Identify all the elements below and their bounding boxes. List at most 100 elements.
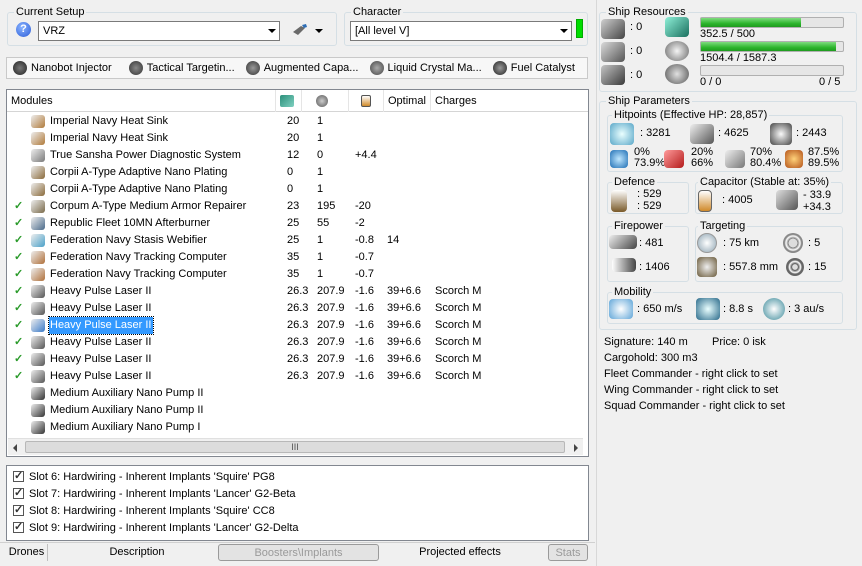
active-check-icon[interactable]: ✓	[14, 334, 23, 351]
module-row[interactable]: ✓ Federation Navy Stasis Webifier 25 1 -0.8 1…	[7, 232, 588, 249]
scroll-right-icon[interactable]	[574, 444, 578, 452]
module-icon	[31, 336, 45, 349]
repair-icon	[611, 190, 627, 212]
module-row[interactable]: ✓ Heavy Pulse Laser II 26.3 207.9 -1.6 39+6.6…	[7, 334, 588, 351]
module-row[interactable]: ✓ Heavy Pulse Laser II 26.3 207.9 -1.6 39+6.6…	[7, 316, 588, 335]
module-row[interactable]: Medium Auxiliary Nano Pump I	[7, 419, 588, 436]
module-icon	[31, 370, 45, 383]
active-check-icon[interactable]: ✓	[14, 215, 23, 232]
setup-select[interactable]: VRZ	[38, 21, 280, 41]
module-pg: 207.9	[317, 353, 345, 365]
module-optimal: 39+6.6	[387, 336, 421, 348]
module-icon	[31, 183, 45, 196]
tab-projected-effects[interactable]: Projected effects	[380, 544, 540, 561]
module-icon	[31, 421, 45, 434]
module-pg: 1	[317, 183, 324, 195]
capacitor-delta-1: - 33.9	[803, 189, 832, 201]
booster-item-capacitor[interactable]: Augmented Capa...	[245, 58, 358, 78]
module-row[interactable]: ✓ Federation Navy Tracking Computer 35 1 -0.…	[7, 266, 588, 283]
booster-item-nanobot[interactable]: Nanobot Injector	[13, 58, 112, 78]
turret-hardpoint-icon	[601, 19, 625, 39]
active-check-icon[interactable]: ✓	[14, 249, 23, 266]
module-row[interactable]: ✓ Corpum A-Type Medium Armor Repairer 23 19…	[7, 198, 588, 215]
module-row[interactable]: ✓ Heavy Pulse Laser II 26.3 207.9 -1.6 39+6.6…	[7, 283, 588, 300]
tab-stats[interactable]: Stats	[548, 544, 588, 561]
module-row[interactable]: Medium Auxiliary Nano Pump II	[7, 402, 588, 419]
booster-item-targeting[interactable]: Tactical Targetin...	[128, 58, 235, 78]
tab-boosters-implants[interactable]: Boosters\Implants	[218, 544, 379, 561]
module-row[interactable]: Corpii A-Type Adaptive Nano Plating 0 1	[7, 164, 588, 181]
tab-drones[interactable]: Drones	[6, 544, 48, 561]
module-row[interactable]: ✓ Federation Navy Tracking Computer 35 1 -0.…	[7, 249, 588, 266]
active-check-icon[interactable]: ✓	[14, 198, 23, 215]
active-check-icon[interactable]: ✓	[14, 368, 23, 385]
col-header-cap[interactable]	[349, 90, 384, 112]
tab-description[interactable]: Description	[56, 544, 218, 561]
chevron-down-icon	[560, 29, 568, 33]
module-cap: -1.6	[355, 285, 374, 297]
col-header-cpu[interactable]	[276, 90, 302, 112]
module-pg: 1	[317, 234, 324, 246]
checkbox[interactable]	[13, 502, 24, 519]
fleet-commander-text[interactable]: Fleet Commander - right click to set	[604, 368, 778, 380]
implant-row[interactable]: Slot 9: Hardwiring - Inherent Implants '…	[13, 519, 299, 537]
turret-count: : 0	[630, 21, 643, 33]
active-check-icon[interactable]: ✓	[14, 232, 23, 249]
wing-commander-text[interactable]: Wing Commander - right click to set	[604, 384, 778, 396]
module-name: Heavy Pulse Laser II	[50, 353, 152, 365]
col-header-charges[interactable]: Charges	[431, 90, 587, 112]
module-row[interactable]: True Sansha Power Diagnostic System 12 0 +4…	[7, 147, 588, 164]
module-icon	[31, 319, 45, 332]
module-row[interactable]: Imperial Navy Heat Sink 20 1	[7, 113, 588, 130]
checkbox[interactable]	[13, 468, 24, 485]
checkbox[interactable]	[13, 485, 24, 502]
active-check-icon[interactable]: ✓	[14, 351, 23, 368]
module-row[interactable]: Imperial Navy Heat Sink 20 1	[7, 130, 588, 147]
squad-commander-text[interactable]: Squad Commander - right click to set	[604, 400, 785, 412]
capacitor-title: Capacitor (Stable at: 35%)	[698, 176, 832, 188]
tab-bar	[0, 542, 595, 543]
fit-tools-dropdown-icon[interactable]	[315, 29, 323, 33]
active-check-icon[interactable]: ✓	[14, 300, 23, 317]
module-pg: 207.9	[317, 336, 345, 348]
modules-panel: Modules Optimal Charges Imperial Navy He…	[6, 89, 589, 457]
module-cpu: 25	[287, 217, 300, 229]
module-icon	[31, 404, 45, 417]
warp-speed: : 3 au/s	[788, 303, 825, 315]
col-header-optimal[interactable]: Optimal	[384, 90, 431, 112]
module-row[interactable]: ✓ Republic Fleet 10MN Afterburner 25 55 -2	[7, 215, 588, 232]
module-row[interactable]: ✓ Heavy Pulse Laser II 26.3 207.9 -1.6 39+6.6…	[7, 368, 588, 385]
checkbox[interactable]	[13, 519, 24, 536]
volley-icon	[612, 258, 636, 272]
implant-row[interactable]: Slot 7: Hardwiring - Inherent Implants '…	[13, 485, 296, 503]
active-check-icon[interactable]: ✓	[14, 317, 23, 334]
implant-row[interactable]: Slot 8: Hardwiring - Inherent Implants '…	[13, 502, 275, 520]
character-label: Character	[351, 6, 404, 18]
help-icon[interactable]: ?	[16, 22, 31, 37]
booster-item-fuel[interactable]: Fuel Catalyst	[492, 58, 575, 78]
booster-item-crystal[interactable]: Liquid Crystal Ma...	[369, 58, 482, 78]
active-check-icon[interactable]: ✓	[14, 266, 23, 283]
module-pg: 0	[317, 149, 324, 161]
active-check-icon[interactable]: ✓	[14, 283, 23, 300]
hitpoints-title: Hitpoints (Effective HP: 28,857)	[612, 109, 770, 121]
module-row[interactable]: Medium Auxiliary Nano Pump II	[7, 385, 588, 402]
module-name: Federation Navy Tracking Computer	[50, 268, 227, 280]
scroll-thumb[interactable]: III	[25, 441, 565, 453]
module-row[interactable]: Corpii A-Type Adaptive Nano Plating 0 1	[7, 181, 588, 198]
modules-hscrollbar[interactable]: III	[8, 438, 583, 455]
implant-row[interactable]: Slot 6: Hardwiring - Inherent Implants '…	[13, 468, 275, 486]
thermal-resist-icon	[664, 150, 684, 168]
character-select[interactable]: [All level V]	[350, 21, 572, 41]
scroll-left-icon[interactable]	[13, 444, 17, 452]
col-header-modules[interactable]: Modules	[7, 90, 276, 112]
module-row[interactable]: ✓ Heavy Pulse Laser II 26.3 207.9 -1.6 39+6.6…	[7, 351, 588, 368]
module-cpu: 12	[287, 149, 300, 161]
boosters-bar: Nanobot Injector Tactical Targetin... Au…	[6, 57, 588, 79]
module-name: Imperial Navy Heat Sink	[50, 115, 168, 127]
fit-tools-icon[interactable]	[292, 23, 308, 37]
module-row[interactable]: ✓ Heavy Pulse Laser II 26.3 207.9 -1.6 39+6.6…	[7, 300, 588, 317]
current-setup-label: Current Setup	[14, 6, 87, 18]
powergrid-text: 1504.4 / 1587.3	[700, 52, 777, 64]
col-header-pg[interactable]	[302, 90, 349, 112]
